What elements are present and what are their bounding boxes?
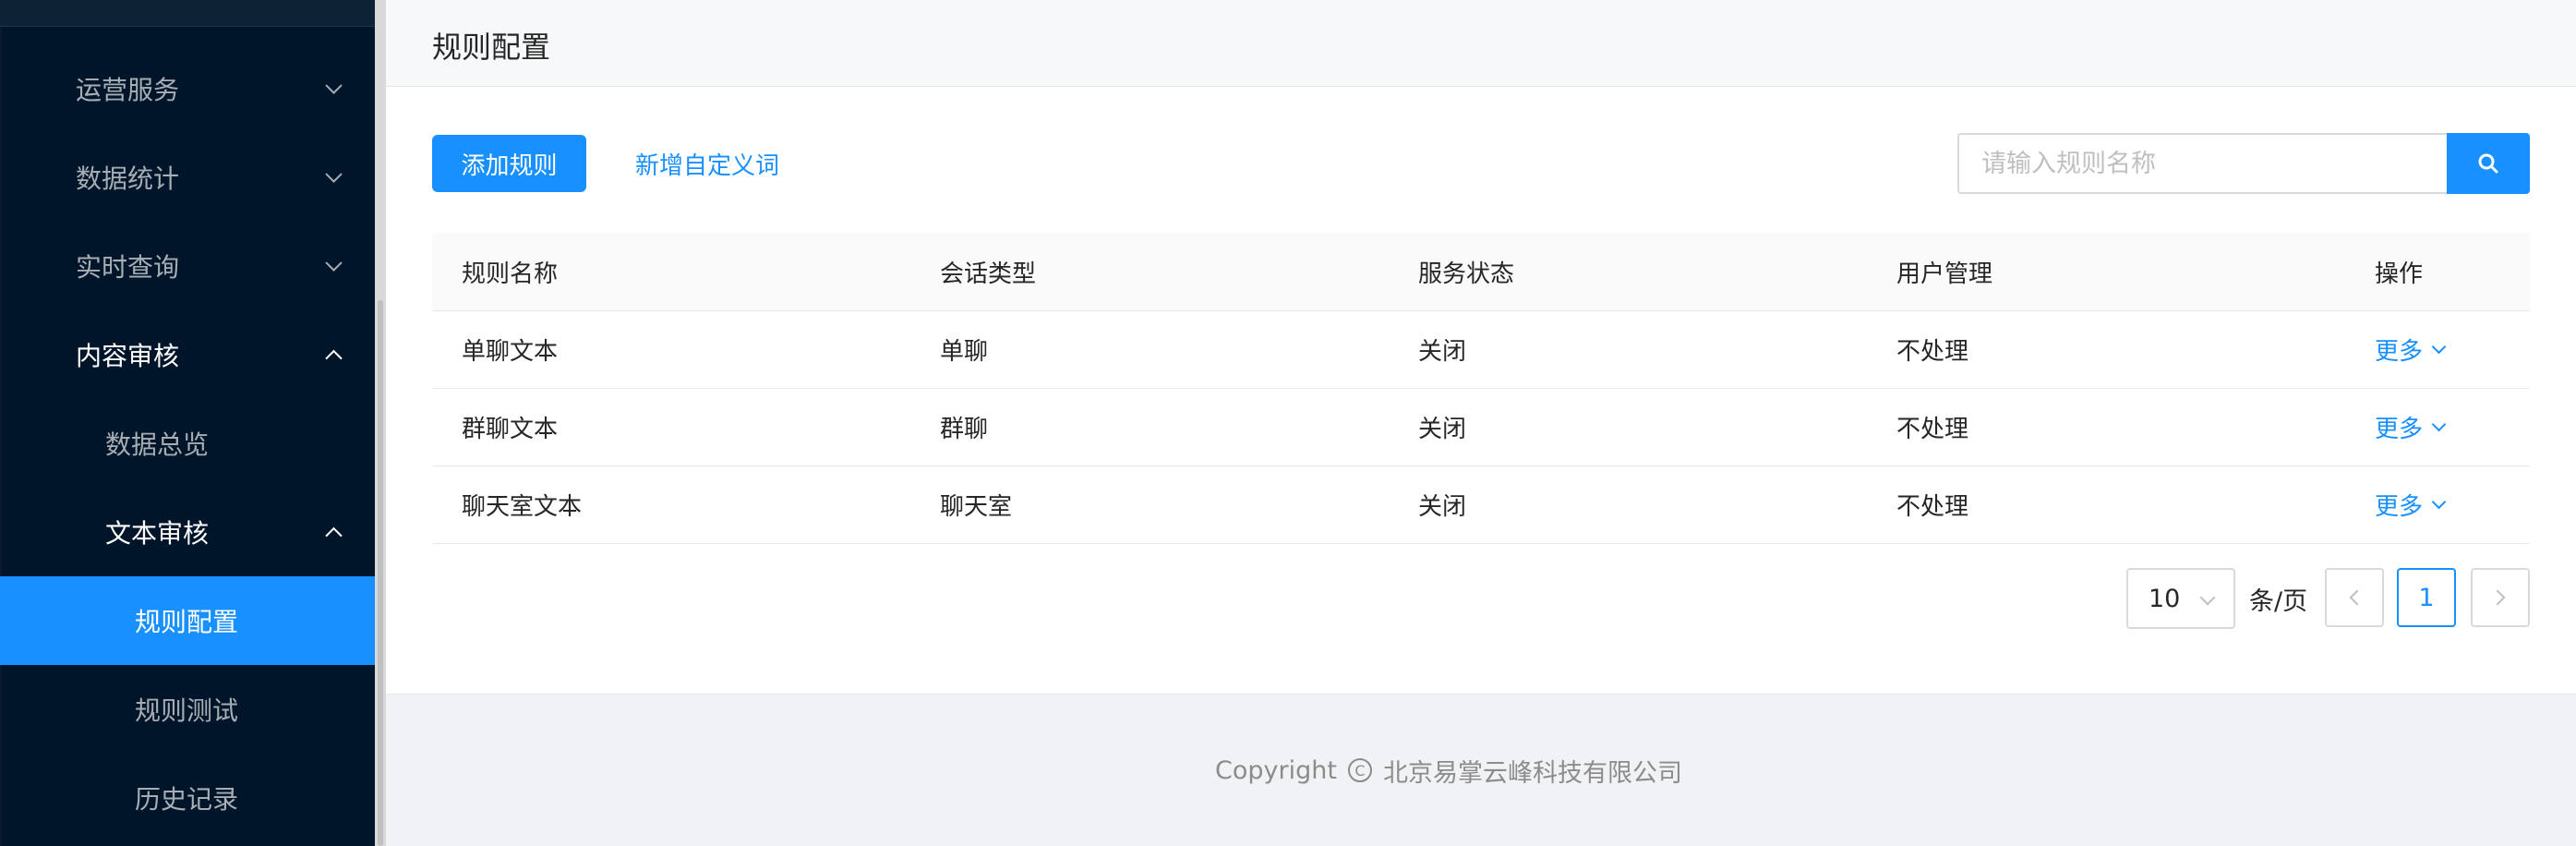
search-icon xyxy=(2478,153,2498,174)
page-header: 规则配置 xyxy=(386,0,2576,87)
sidebar-item-text-review[interactable]: 文本审核 xyxy=(0,488,375,576)
company-name: 北京易掌云峰科技有限公司 xyxy=(1382,758,1682,788)
sidebar-item-ops-service[interactable]: 运营服务 xyxy=(0,44,375,133)
sidebar-item-label: 实时查询 xyxy=(76,252,180,283)
sidebar-item-rule-test[interactable]: 规则测试 xyxy=(0,665,375,754)
sidebar-item-history[interactable]: 历史记录 xyxy=(0,754,375,842)
chevron-up-icon xyxy=(325,526,343,545)
column-header: 会话类型 xyxy=(940,260,1037,288)
page-size-value: 10 xyxy=(2149,584,2181,613)
sidebar-item-content-review[interactable]: 内容审核 xyxy=(0,310,375,399)
footer-copyright: Copyright C 北京易掌云峰科技有限公司 xyxy=(1215,753,1682,789)
more-label: 更多 xyxy=(2375,493,2424,521)
content-card: 添加规则 新增自定义词 规则名称 会话类型 服务状态 用户管理 操作 单聊文本 … xyxy=(386,87,2576,695)
status-cell: 关闭 xyxy=(1418,338,1467,366)
column-header: 服务状态 xyxy=(1418,260,1515,288)
chevron-right-icon xyxy=(2489,589,2506,606)
per-page-label: 条/页 xyxy=(2249,586,2308,616)
status-cell: 关闭 xyxy=(1418,416,1467,443)
chevron-down-icon xyxy=(2431,339,2447,355)
chevron-down-icon xyxy=(325,254,343,272)
more-label: 更多 xyxy=(2375,416,2424,443)
chevron-down-icon xyxy=(2431,417,2447,432)
copyright-icon: C xyxy=(1347,758,1372,782)
user-mgmt-cell: 不处理 xyxy=(1896,416,1969,443)
rules-table: 规则名称 会话类型 服务状态 用户管理 操作 单聊文本 单聊 关闭 不处理 更多… xyxy=(432,233,2530,544)
more-dropdown[interactable]: 更多 xyxy=(2375,389,2447,465)
rule-name-cell: 单聊文本 xyxy=(462,338,559,366)
column-header: 规则名称 xyxy=(462,260,559,288)
session-type-cell: 聊天室 xyxy=(940,493,1013,521)
sidebar-item-label: 数据总览 xyxy=(105,429,210,460)
sidebar-item-data-overview[interactable]: 数据总览 xyxy=(0,399,375,488)
column-header: 用户管理 xyxy=(1896,260,1993,288)
more-dropdown[interactable]: 更多 xyxy=(2375,466,2447,543)
sidebar-item-label: 历史记录 xyxy=(135,784,239,815)
chevron-up-icon xyxy=(325,349,343,368)
page-number-button[interactable]: 1 xyxy=(2397,568,2456,627)
add-custom-word-link[interactable]: 新增自定义词 xyxy=(635,135,779,192)
next-page-button[interactable] xyxy=(2471,568,2530,627)
chevron-down-icon xyxy=(325,77,343,94)
more-dropdown[interactable]: 更多 xyxy=(2375,311,2447,388)
status-cell: 关闭 xyxy=(1418,493,1467,521)
table-row: 聊天室文本 聊天室 关闭 不处理 更多 xyxy=(432,466,2530,544)
session-type-cell: 单聊 xyxy=(940,338,989,366)
sidebar-item-label: 文本审核 xyxy=(105,518,210,549)
table-header: 规则名称 会话类型 服务状态 用户管理 操作 xyxy=(432,233,2530,311)
rule-search-input[interactable] xyxy=(1957,133,2447,194)
chevron-down-icon xyxy=(325,165,343,183)
sidebar-scrollbar[interactable] xyxy=(375,0,386,846)
user-mgmt-cell: 不处理 xyxy=(1896,493,1969,521)
sidebar-scrollbar-thumb[interactable] xyxy=(378,300,383,846)
prev-page-button[interactable] xyxy=(2325,568,2384,627)
add-rule-button[interactable]: 添加规则 xyxy=(432,135,586,192)
sidebar-item-realtime-query[interactable]: 实时查询 xyxy=(0,222,375,310)
sidebar-item-label: 规则配置 xyxy=(135,607,239,637)
sidebar-item-rule-config[interactable]: 规则配置 xyxy=(0,576,375,665)
user-mgmt-cell: 不处理 xyxy=(1896,338,1969,366)
session-type-cell: 群聊 xyxy=(940,416,989,443)
sidebar-item-label: 数据统计 xyxy=(76,163,180,194)
sidebar: 运营服务 数据统计 实时查询 内容审核 数据总览 文本审核 规则配置 规则测试 … xyxy=(0,0,386,846)
footer: Copyright C 北京易掌云峰科技有限公司 xyxy=(386,695,2576,846)
table-row: 单聊文本 单聊 关闭 不处理 更多 xyxy=(432,311,2530,389)
page-size-select[interactable]: 10 xyxy=(2126,568,2235,629)
chevron-left-icon xyxy=(2349,589,2365,606)
sidebar-item-data-stats[interactable]: 数据统计 xyxy=(0,133,375,222)
rule-name-cell: 聊天室文本 xyxy=(462,493,583,521)
chevron-down-icon xyxy=(2199,589,2216,606)
more-label: 更多 xyxy=(2375,338,2424,366)
sidebar-item-label: 运营服务 xyxy=(76,75,180,105)
sidebar-topbar xyxy=(0,0,375,27)
sidebar-item-label: 内容审核 xyxy=(76,341,180,371)
column-header: 操作 xyxy=(2375,260,2424,288)
rule-name-cell: 群聊文本 xyxy=(462,416,559,443)
sidebar-item-label: 规则测试 xyxy=(135,695,239,726)
page-title: 规则配置 xyxy=(432,30,551,65)
search-button[interactable] xyxy=(2447,133,2530,194)
table-row: 群聊文本 群聊 关闭 不处理 更多 xyxy=(432,389,2530,466)
chevron-down-icon xyxy=(2431,494,2447,510)
copyright-label: Copyright xyxy=(1215,755,1337,785)
